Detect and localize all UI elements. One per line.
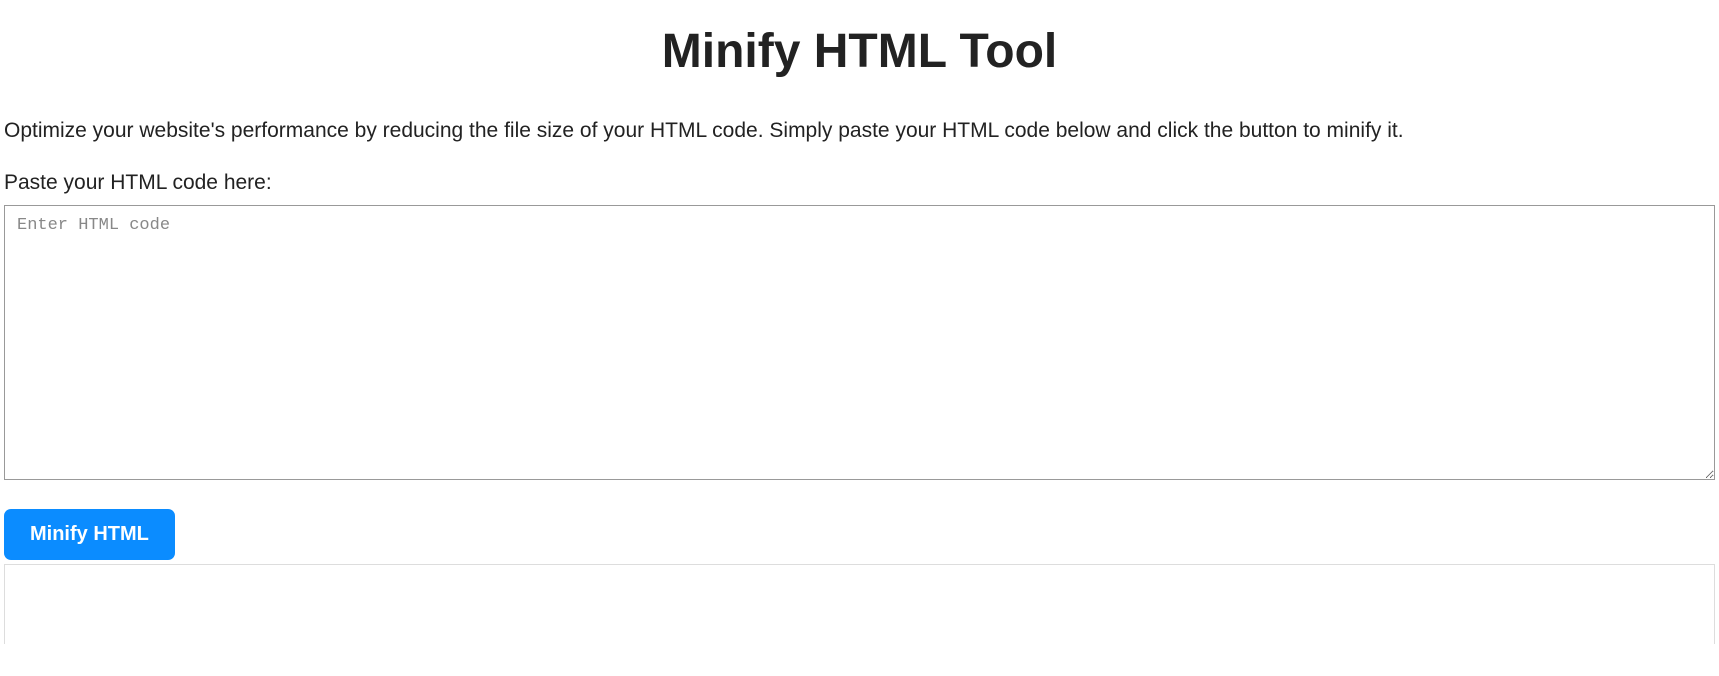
page-description: Optimize your website's performance by r… — [4, 119, 1715, 143]
html-input[interactable] — [4, 205, 1715, 480]
output-area — [4, 564, 1715, 644]
textarea-label: Paste your HTML code here: — [4, 171, 1715, 195]
page-title: Minify HTML Tool — [4, 24, 1715, 79]
minify-button[interactable]: Minify HTML — [4, 509, 175, 560]
